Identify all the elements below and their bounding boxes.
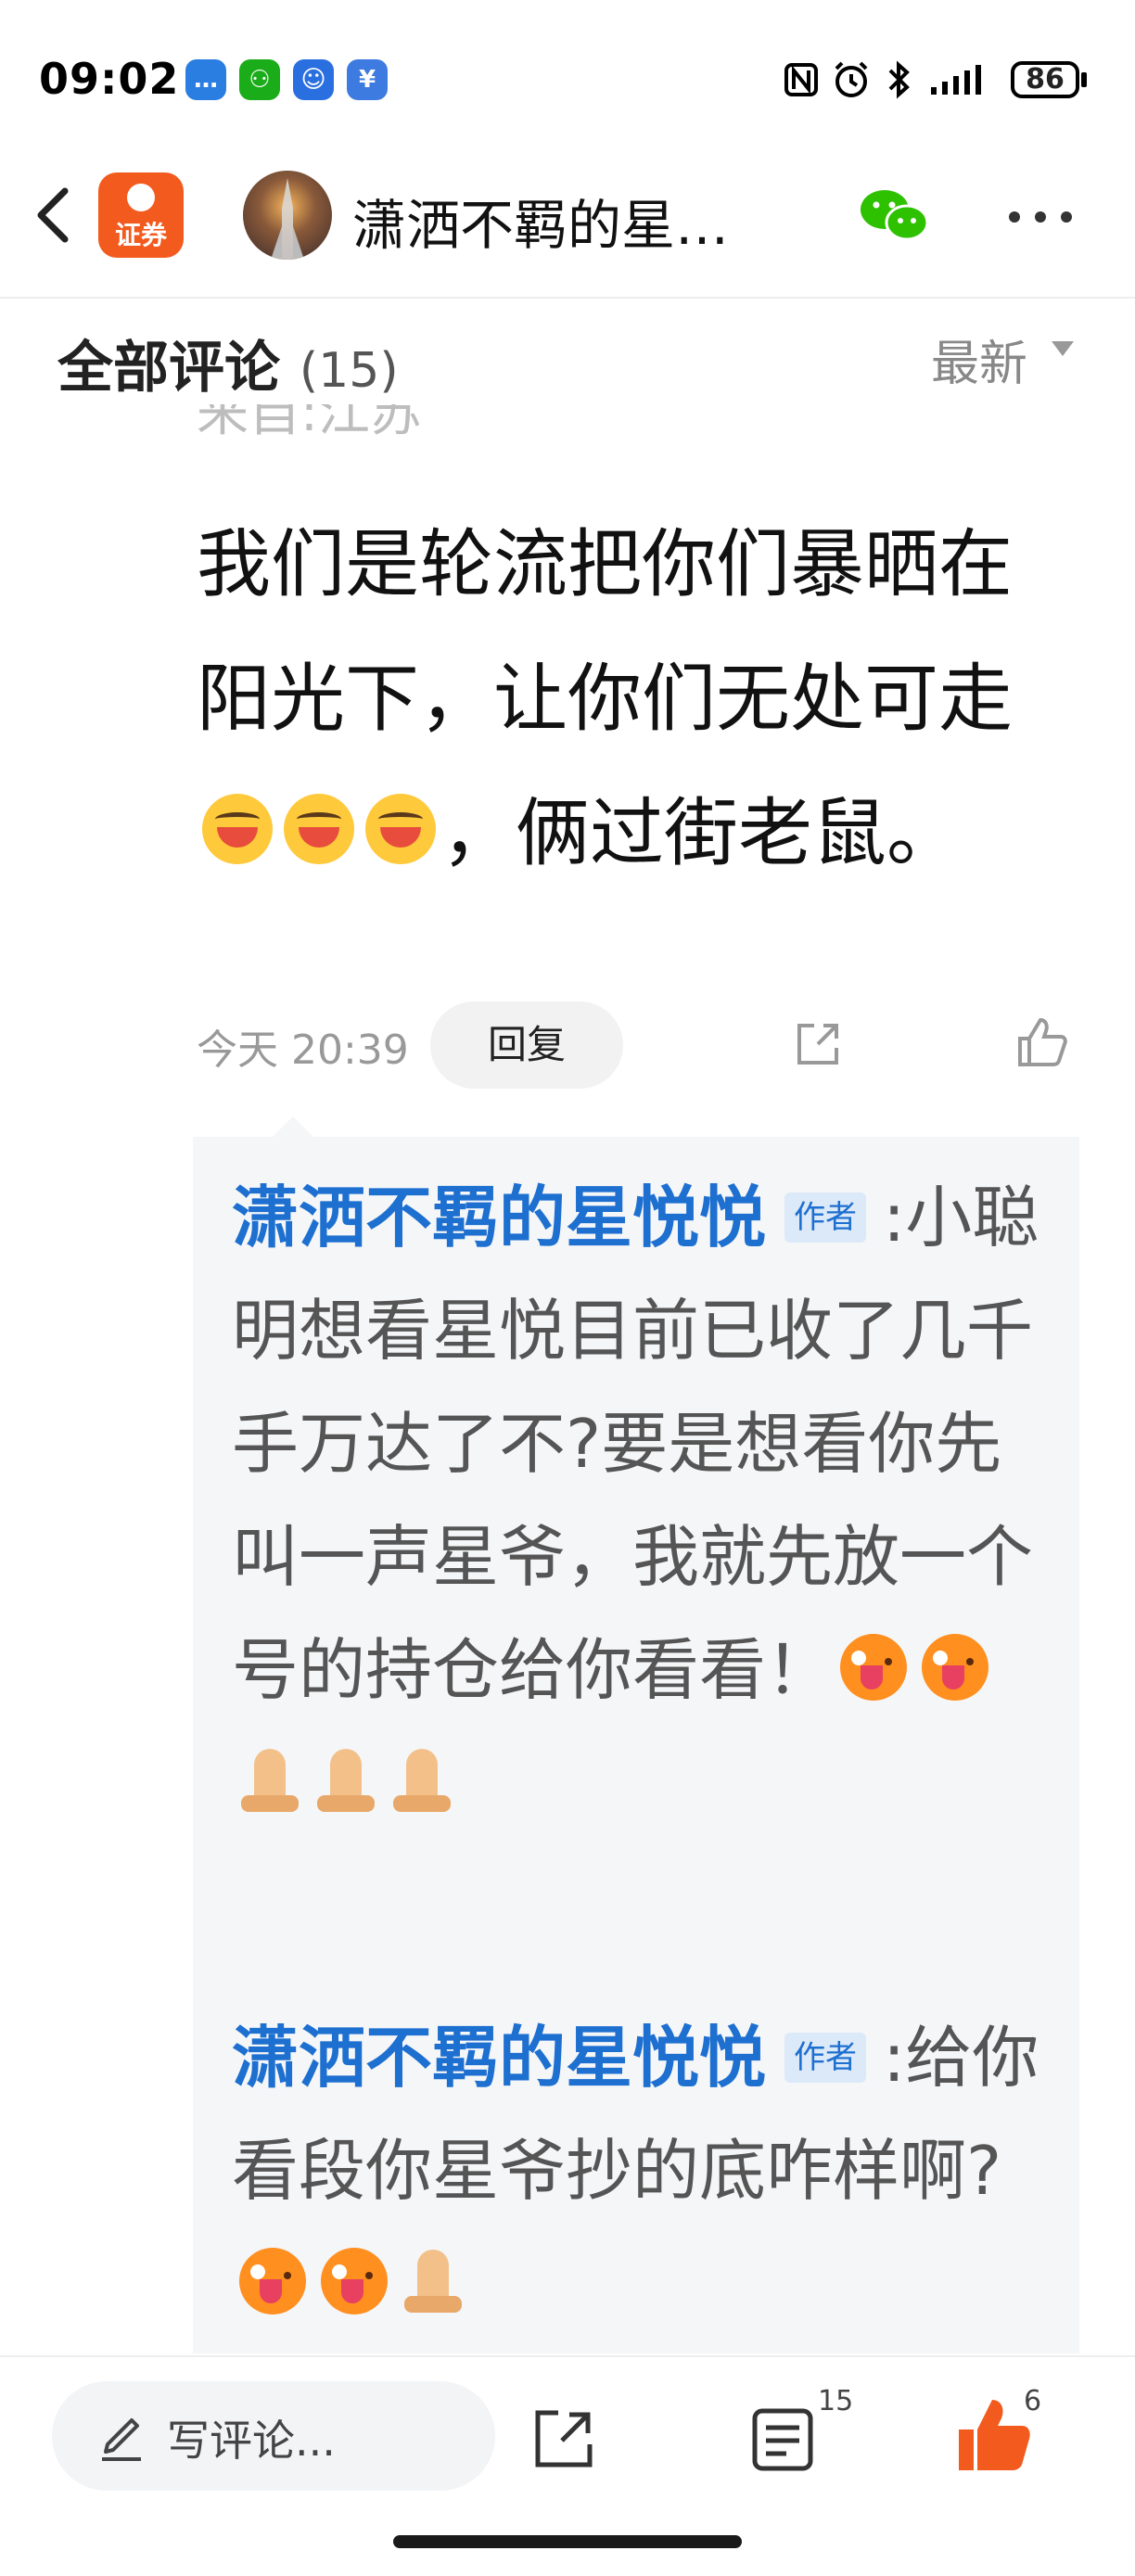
laugh-emoji (202, 794, 273, 864)
reply-colon: : (883, 1179, 906, 1256)
wechat-share-icon[interactable] (857, 185, 931, 247)
share-icon[interactable] (529, 2404, 599, 2474)
home-indicator[interactable] (393, 2535, 742, 2548)
reply-item: 潇洒不羁的星悦悦 作者:小聪明想看星悦目前已收了几千手万达了不?要是想看你先叫一声… (232, 1161, 1048, 1840)
more-icon[interactable] (1007, 210, 1074, 224)
sort-dropdown[interactable]: 最新 (931, 325, 1027, 394)
comment-location-text: 来自:江苏 (197, 404, 422, 443)
back-icon[interactable] (28, 178, 83, 252)
avatar[interactable] (243, 171, 332, 260)
battery-tip (1081, 72, 1087, 87)
wink-emoji (840, 1634, 908, 1701)
wechat-app-icon: ⚇ (239, 59, 280, 100)
caret-down-icon[interactable] (1052, 341, 1074, 356)
logo-mark (127, 184, 155, 211)
pray-emoji (313, 1743, 378, 1814)
pen-icon (98, 2407, 145, 2463)
comment-time: 今天 20:39 (197, 1027, 409, 1074)
alarm-icon (831, 59, 872, 100)
reply-button[interactable]: 回复 (430, 1001, 623, 1089)
comments-icon[interactable] (749, 2402, 816, 2476)
nav-title[interactable]: 潇洒不羁的星… (352, 182, 788, 260)
pray-emoji (401, 2244, 465, 2315)
status-time: 09:02 (39, 54, 180, 104)
app-logo-label: 证券 (114, 220, 167, 250)
battery-indicator: 86 (1011, 61, 1079, 98)
finance-app-icon: ¥ (347, 59, 388, 100)
write-comment-placeholder[interactable]: 写评论... (167, 2407, 336, 2468)
nfc-icon (783, 59, 820, 100)
laugh-emoji (365, 794, 436, 864)
reply-author[interactable]: 潇洒不羁的星悦悦 (232, 1179, 766, 1256)
author-badge: 作者 (784, 2033, 867, 2083)
comment-text-part: ，俩过街老鼠。 (441, 790, 961, 876)
contacts-app-icon: ☺ (293, 59, 334, 100)
signal-icon (924, 59, 998, 100)
wink-emoji (239, 2248, 306, 2315)
wink-emoji (922, 1634, 989, 1701)
pray-emoji (389, 1743, 454, 1814)
bluetooth-icon (885, 59, 912, 100)
likes-count-badge: 6 (1024, 2385, 1042, 2417)
comments-count: (15) (299, 343, 399, 399)
comments-header-label: 全部评论 (57, 336, 280, 401)
like-icon[interactable] (1014, 1014, 1070, 1070)
wink-emoji (321, 2248, 388, 2315)
comments-count-badge: 15 (818, 2385, 854, 2417)
reply-colon: : (883, 2019, 906, 2097)
comment-text-part: 我们是轮流把你们暴晒在阳光下，让你们无处可走 (197, 521, 1013, 742)
share-icon[interactable] (792, 1018, 844, 1070)
laugh-emoji (284, 794, 354, 864)
comment-location: 来自:江苏 (197, 404, 422, 443)
comment-body: 我们是轮流把你们暴晒在阳光下，让你们无处可走 ，俩过街老鼠。 (197, 497, 1078, 900)
reply-box-pointer (273, 1116, 313, 1137)
author-badge: 作者 (784, 1192, 867, 1243)
app-logo[interactable]: 证券 (98, 172, 184, 258)
pray-emoji (237, 1743, 302, 1814)
reply-item: 潇洒不羁的星悦悦 作者:给你看段你星爷抄的底咋样啊? (232, 2001, 1048, 2340)
comments-header: 全部评论 (15) (57, 323, 399, 403)
reply-text: 小聪明想看星悦目前已收了几千手万达了不?要是想看你先叫一声星爷，我就先放一个号的… (232, 1179, 1039, 1709)
message-app-icon: … (185, 59, 226, 100)
reply-author[interactable]: 潇洒不羁的星悦悦 (232, 2019, 766, 2097)
